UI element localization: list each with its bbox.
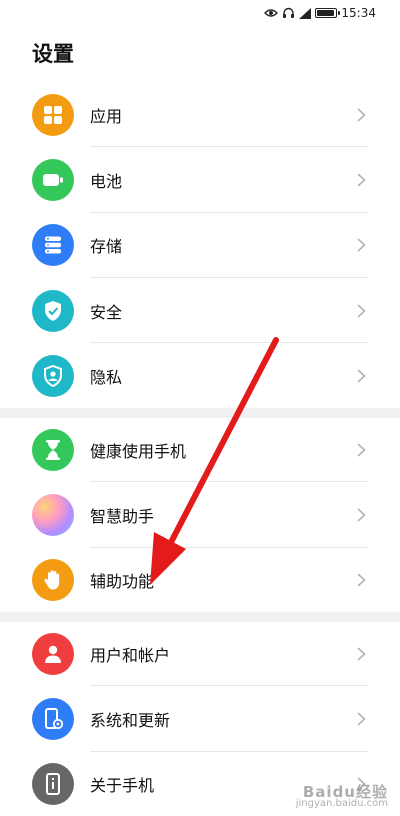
settings-item-digital-balance[interactable]: 健康使用手机	[0, 417, 400, 483]
settings-item-privacy[interactable]: 隐私	[0, 343, 400, 408]
settings-item-users-accounts[interactable]: 用户和帐户	[0, 621, 400, 687]
settings-item-label: 系统和更新	[90, 710, 171, 730]
chevron-right-icon	[357, 303, 366, 318]
shield-check-icon	[32, 289, 74, 332]
eye-icon	[264, 9, 279, 17]
status-time: 15:34	[341, 6, 376, 20]
settings-item-storage[interactable]: 存储	[0, 213, 400, 278]
chevron-right-icon	[357, 573, 366, 587]
settings-group-2: 健康使用手机 智慧助手 辅助功能	[0, 417, 400, 613]
status-bar: 15:34	[0, 0, 400, 28]
storage-icon	[32, 224, 74, 267]
settings-group-1: 应用 电池 存储 安全 隐私	[0, 82, 400, 408]
settings-item-label: 关于手机	[90, 776, 155, 796]
settings-item-battery[interactable]: 电池	[0, 147, 400, 213]
chevron-right-icon	[357, 108, 366, 122]
settings-item-label: 辅助功能	[90, 572, 155, 592]
status-icons: 15:34	[264, 6, 376, 20]
phone-info-icon	[32, 763, 74, 806]
settings-item-label: 隐私	[90, 367, 123, 387]
privacy-icon	[32, 354, 74, 397]
assistant-orb-icon	[32, 493, 74, 536]
chevron-right-icon	[357, 238, 366, 252]
user-icon	[32, 632, 74, 675]
settings-item-label: 用户和帐户	[90, 645, 171, 665]
system-update-icon	[32, 697, 74, 740]
apps-icon	[32, 93, 74, 136]
settings-item-label: 安全	[90, 302, 123, 322]
page-title: 设置	[32, 42, 74, 66]
signal-icon	[299, 7, 312, 19]
chevron-right-icon	[357, 173, 366, 187]
chevron-right-icon	[357, 647, 366, 661]
settings-item-apps[interactable]: 应用	[0, 82, 400, 148]
battery-level-fill	[317, 10, 334, 16]
battery-icon	[32, 158, 74, 201]
settings-item-system-update[interactable]: 系统和更新	[0, 686, 400, 752]
settings-item-label: 电池	[90, 171, 123, 191]
hand-icon	[32, 559, 74, 602]
settings-item-accessibility[interactable]: 辅助功能	[0, 548, 400, 613]
settings-item-label: 存储	[90, 237, 123, 257]
watermark: Baidu经验 jingyan.baidu.com	[295, 783, 388, 810]
settings-item-label: 智慧助手	[90, 506, 155, 526]
watermark-brand: Baidu经验	[302, 783, 388, 801]
settings-item-label: 健康使用手机	[90, 441, 187, 461]
settings-item-assistant[interactable]: 智慧助手	[0, 482, 400, 548]
chevron-right-icon	[357, 369, 366, 383]
chevron-right-icon	[357, 508, 366, 522]
battery-status-icon	[315, 8, 341, 18]
chevron-right-icon	[357, 443, 366, 457]
hourglass-icon	[32, 428, 74, 471]
settings-item-security[interactable]: 安全	[0, 278, 400, 344]
watermark-url: jingyan.baidu.com	[295, 798, 388, 809]
headphones-icon	[283, 7, 295, 18]
settings-item-label: 应用	[90, 106, 123, 126]
chevron-right-icon	[357, 712, 366, 726]
